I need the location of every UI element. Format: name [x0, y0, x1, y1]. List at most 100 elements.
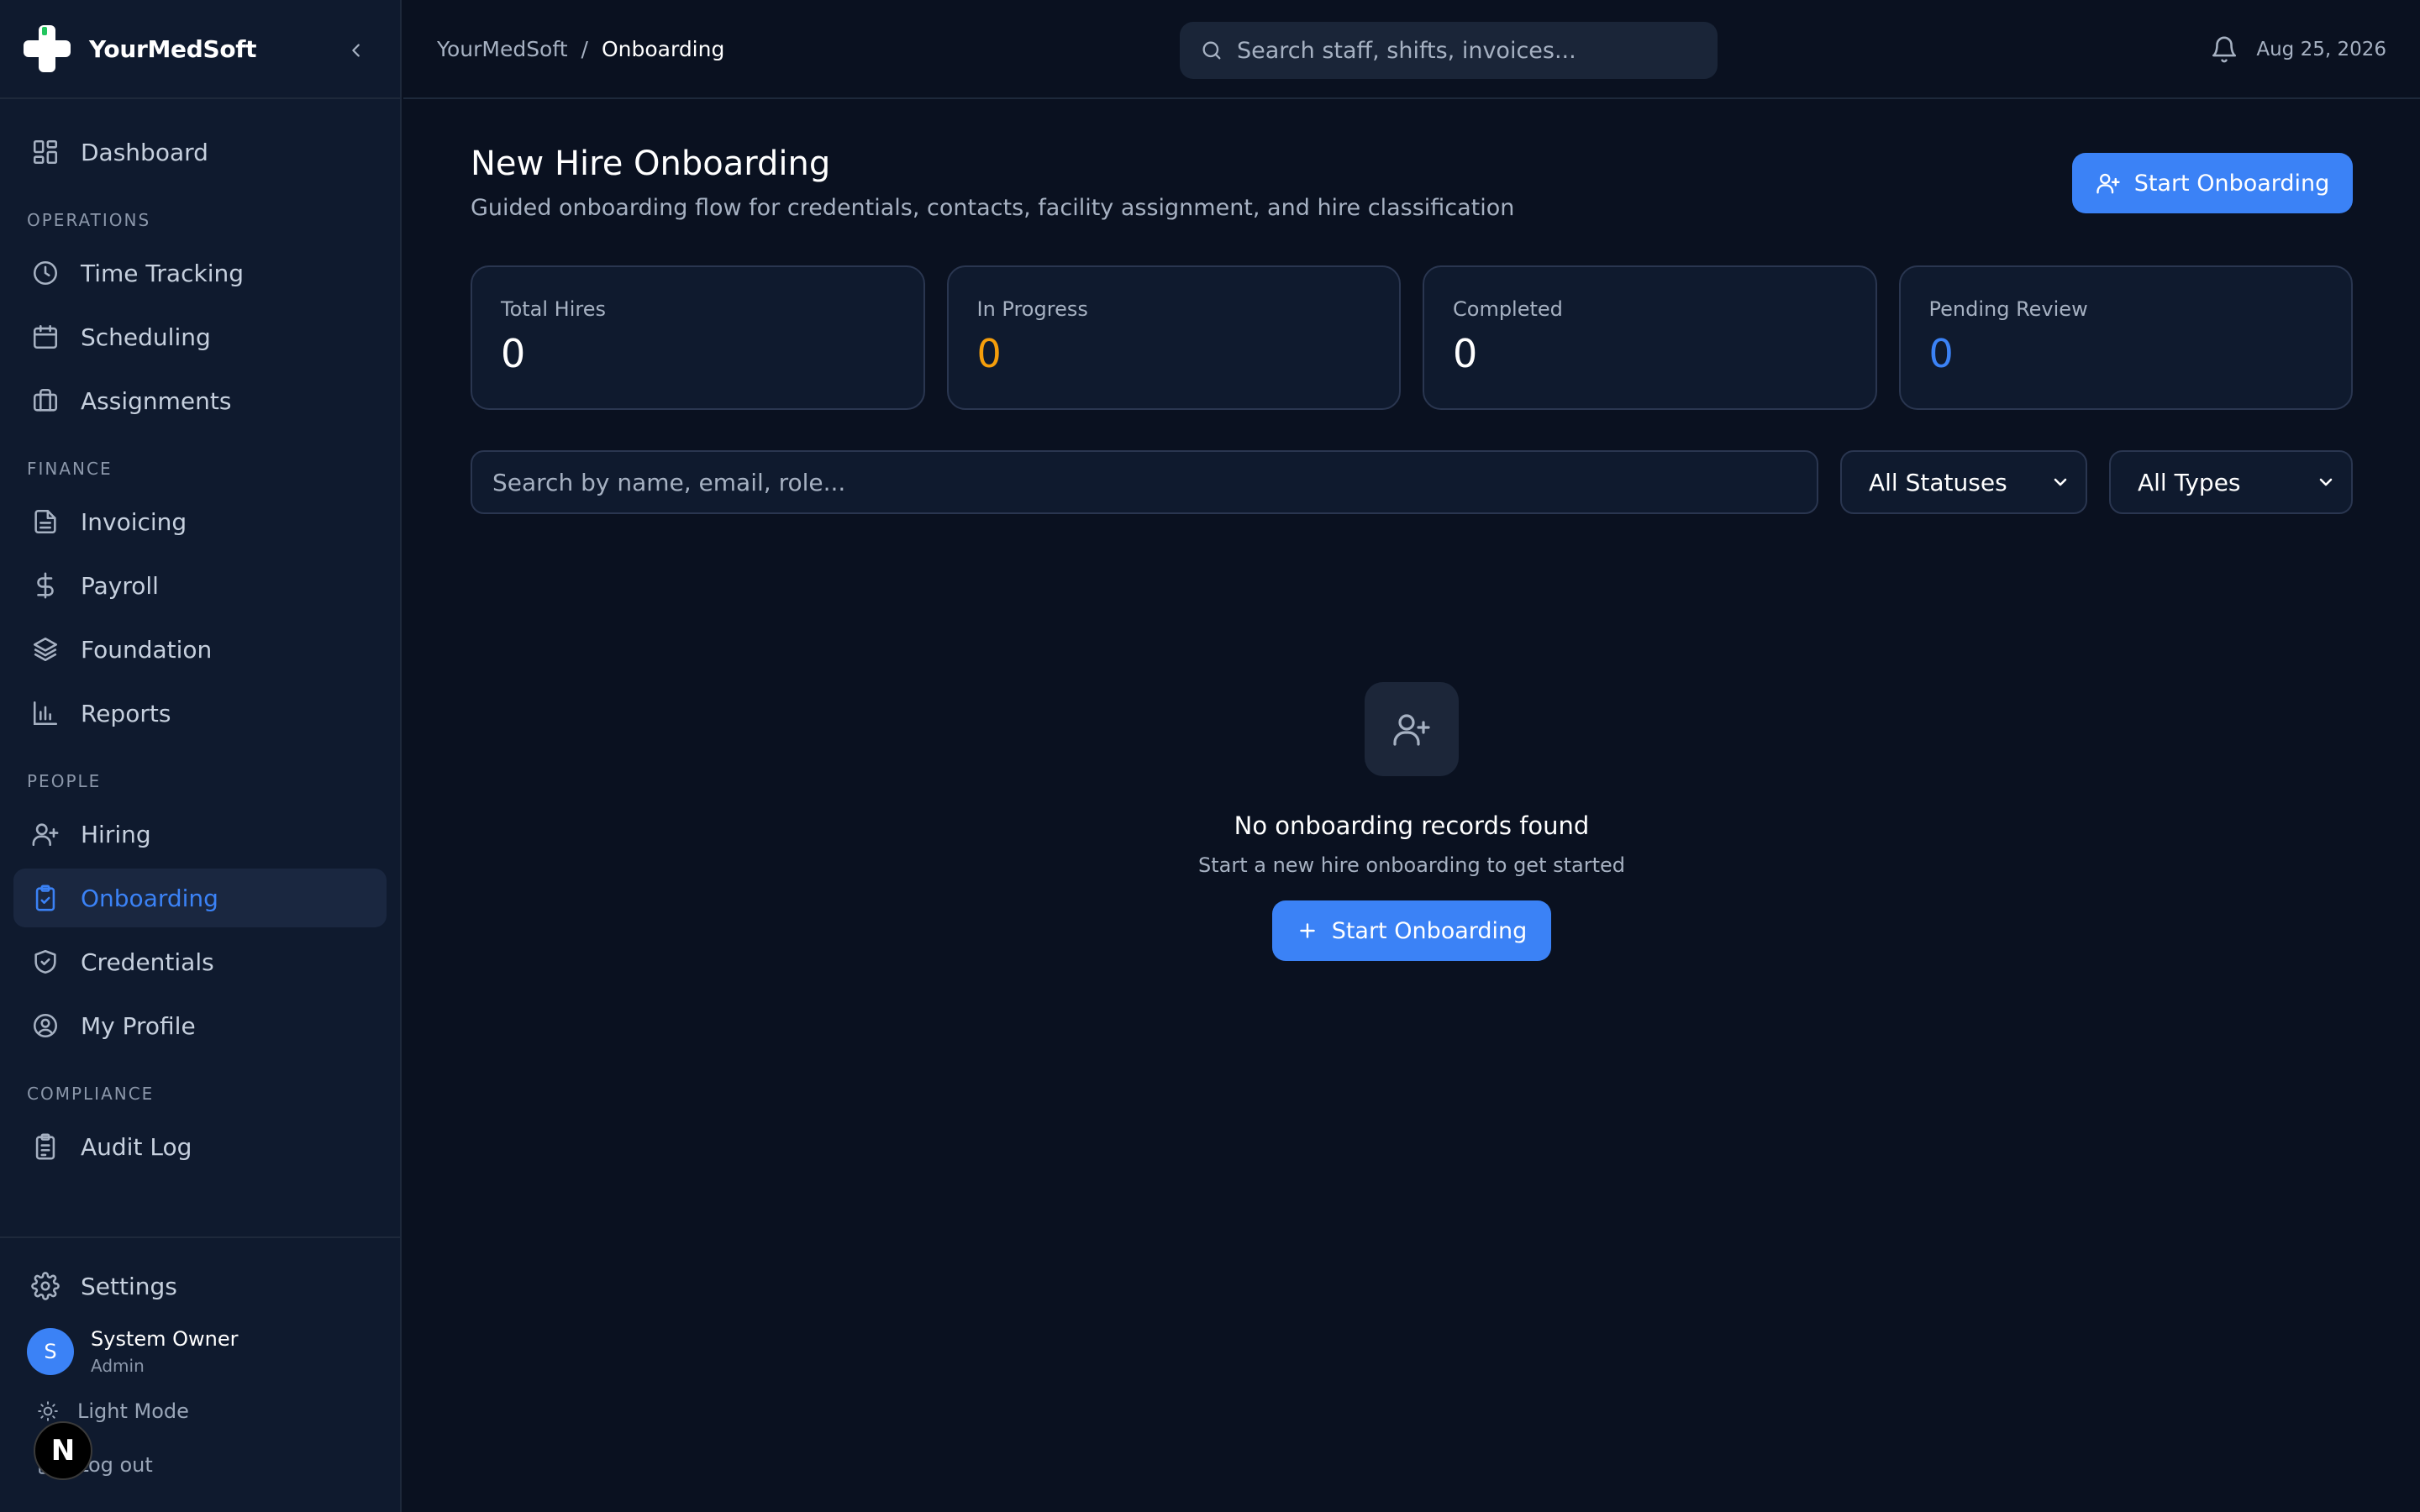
layers-icon: [30, 634, 60, 664]
section-label-people: PEOPLE: [27, 771, 102, 791]
sidebar-item-credentials[interactable]: Credentials: [13, 932, 387, 991]
sidebar-item-settings[interactable]: Settings: [13, 1257, 387, 1315]
topbar: YourMedSoft / Onboarding Aug 25, 2026: [403, 0, 2420, 99]
sidebar-item-dashboard[interactable]: Dashboard: [13, 123, 387, 181]
sidebar-item-reports[interactable]: Reports: [13, 684, 387, 743]
sidebar: YourMedSoft Dashboard OPERATIONS Time Tr…: [0, 0, 402, 1512]
status-filter-select[interactable]: All Statuses: [1840, 450, 2087, 514]
theme-toggle-label: Light Mode: [77, 1399, 189, 1423]
sidebar-item-payroll[interactable]: Payroll: [13, 556, 387, 615]
file-text-icon: [30, 507, 60, 537]
clipboard-list-icon: [30, 1131, 60, 1162]
sidebar-item-label: My Profile: [81, 1011, 196, 1040]
sun-icon: [38, 1401, 58, 1421]
start-onboarding-label: Start Onboarding: [2133, 170, 2330, 197]
records-search-input[interactable]: [492, 468, 1817, 496]
current-date: Aug 25, 2026: [2256, 39, 2386, 60]
search-icon: [1202, 41, 1221, 60]
stat-card-pending-review: Pending Review 0: [1898, 265, 2353, 410]
breadcrumb-root[interactable]: YourMedSoft: [437, 37, 568, 61]
sidebar-item-hiring[interactable]: Hiring: [13, 805, 387, 864]
empty-start-onboarding-button[interactable]: Start Onboarding: [1272, 900, 1551, 961]
chevron-down-icon: [2054, 478, 2067, 486]
brand-name: YourMedSoft: [89, 34, 257, 63]
start-onboarding-button[interactable]: Start Onboarding: [2072, 153, 2353, 213]
chevron-down-icon: [2319, 478, 2333, 486]
collapse-sidebar-button[interactable]: [345, 39, 368, 62]
sidebar-item-foundation[interactable]: Foundation: [13, 620, 387, 679]
stat-card-in-progress: In Progress 0: [946, 265, 1401, 410]
plus-icon: [1299, 923, 1315, 938]
sidebar-item-label: Foundation: [81, 635, 213, 664]
sidebar-item-invoicing[interactable]: Invoicing: [13, 492, 387, 551]
stat-value: 0: [501, 331, 526, 376]
page-subtitle: Guided onboarding flow for credentials, …: [471, 195, 1515, 221]
user-circle-icon: [30, 1011, 60, 1041]
sidebar-item-assignments[interactable]: Assignments: [13, 371, 387, 430]
stat-card-total-hires: Total Hires 0: [471, 265, 925, 410]
user-plus-icon: [1393, 714, 1430, 746]
user-plus-icon: [30, 819, 60, 849]
sidebar-item-label: Reports: [81, 699, 171, 727]
sidebar-item-audit-log[interactable]: Audit Log: [13, 1117, 387, 1176]
sidebar-item-scheduling[interactable]: Scheduling: [13, 307, 387, 366]
empty-state-title: No onboarding records found: [1234, 811, 1590, 840]
sidebar-item-label: Scheduling: [81, 323, 211, 351]
breadcrumb: YourMedSoft / Onboarding: [437, 37, 724, 61]
brand: YourMedSoft: [0, 0, 400, 99]
clock-icon: [30, 258, 60, 288]
breadcrumb-separator: /: [581, 37, 588, 61]
bar-chart-icon: [30, 698, 60, 728]
chevron-left-icon: [352, 44, 360, 57]
stat-card-completed: Completed 0: [1423, 265, 1877, 410]
breadcrumb-current: Onboarding: [601, 37, 725, 61]
status-filter-value: All Statuses: [1869, 468, 2007, 496]
notifications-button[interactable]: [2210, 35, 2240, 66]
records-search[interactable]: [471, 450, 1818, 514]
stats-row: Total Hires 0 In Progress 0 Completed 0 …: [471, 265, 2353, 410]
gear-icon: [30, 1271, 60, 1301]
avatar: S: [27, 1328, 74, 1375]
empty-state: No onboarding records found Start a new …: [471, 682, 2353, 961]
section-label-compliance: COMPLIANCE: [27, 1084, 155, 1104]
sidebar-item-my-profile[interactable]: My Profile: [13, 996, 387, 1055]
sidebar-item-label: Hiring: [81, 820, 151, 848]
page-title: New Hire Onboarding: [471, 144, 831, 183]
sidebar-item-time-tracking[interactable]: Time Tracking: [13, 244, 387, 302]
stat-label: In Progress: [976, 297, 1088, 321]
dashboard-icon: [30, 137, 60, 167]
sidebar-item-label: Dashboard: [81, 138, 208, 166]
section-label-finance: FINANCE: [27, 459, 113, 479]
user-name: System Owner: [91, 1327, 239, 1351]
calendar-icon: [30, 322, 60, 352]
global-search-input[interactable]: [1237, 37, 1707, 64]
briefcase-icon: [30, 386, 60, 416]
dev-tools-badge[interactable]: N: [34, 1421, 92, 1480]
stat-value: 0: [1928, 331, 1954, 376]
shield-check-icon: [30, 947, 60, 977]
type-filter-select[interactable]: All Types: [2109, 450, 2353, 514]
user-plus-icon: [2096, 173, 2120, 194]
sidebar-item-label: Settings: [81, 1272, 177, 1300]
empty-state-subtitle: Start a new hire onboarding to get start…: [1197, 853, 1626, 877]
type-filter-value: All Types: [2138, 468, 2241, 496]
stat-label: Pending Review: [1928, 297, 2088, 321]
sidebar-item-label: Payroll: [81, 571, 159, 600]
sidebar-item-label: Invoicing: [81, 507, 187, 536]
stat-label: Completed: [1453, 297, 1563, 321]
medical-cross-logo-icon: [24, 25, 71, 72]
stat-value: 0: [976, 331, 1002, 376]
filters-row: All Statuses All Types: [471, 450, 2353, 514]
sidebar-item-label: Audit Log: [81, 1132, 192, 1161]
user-profile[interactable]: S System Owner Admin: [13, 1327, 387, 1376]
sidebar-item-onboarding[interactable]: Onboarding: [13, 869, 387, 927]
empty-state-icon-box: [1365, 682, 1459, 776]
user-role: Admin: [91, 1356, 145, 1376]
sidebar-item-label: Credentials: [81, 948, 214, 976]
stat-label: Total Hires: [501, 297, 607, 321]
global-search[interactable]: [1180, 22, 1718, 79]
clipboard-check-icon: [30, 883, 60, 913]
sidebar-nav: Dashboard OPERATIONS Time Tracking Sched…: [0, 99, 400, 1176]
stat-value: 0: [1453, 331, 1478, 376]
user-meta: System Owner Admin: [91, 1327, 239, 1376]
